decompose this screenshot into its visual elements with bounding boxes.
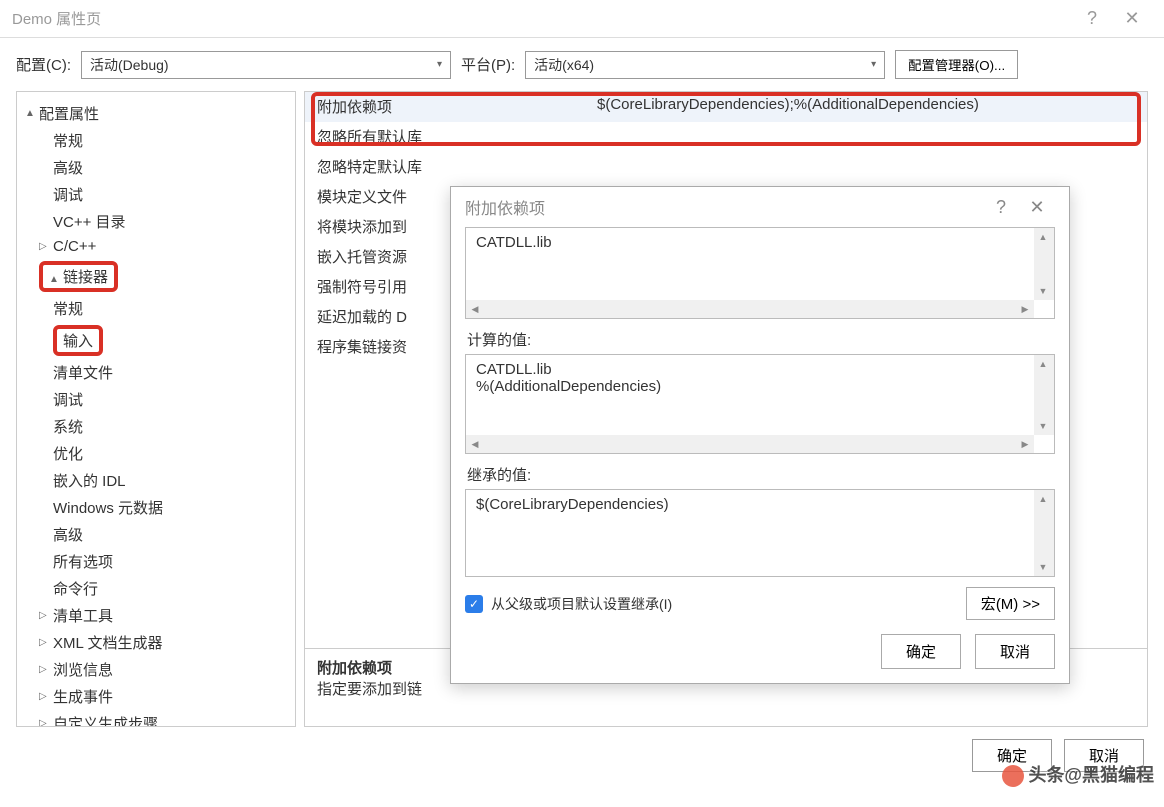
scroll-up-icon[interactable]: ▲ — [1034, 355, 1052, 373]
macro-button[interactable]: 宏(M) >> — [966, 587, 1055, 620]
scroll-right-icon[interactable]: ▶ — [1016, 435, 1034, 453]
scroll-right-icon[interactable]: ▶ — [1016, 300, 1034, 318]
window-title: Demo 属性页 — [12, 8, 1072, 29]
prop-row[interactable]: 忽略所有默认库 — [305, 122, 1147, 152]
tree-item[interactable]: 嵌入的 IDL — [21, 467, 291, 494]
chevron-down-icon: ▾ — [437, 59, 442, 70]
prop-row[interactable]: 忽略特定默认库 — [305, 152, 1147, 182]
tree-item[interactable]: 优化 — [21, 440, 291, 467]
tree-item-input[interactable]: 输入 — [21, 322, 291, 359]
scroll-left-icon[interactable]: ◀ — [466, 435, 484, 453]
inherited-textbox: $(CoreLibraryDependencies) ▲▼ — [465, 489, 1055, 577]
editable-textbox[interactable]: CATDLL.lib ▲▼ ◀▶ — [465, 227, 1055, 319]
tree-item[interactable]: 常规 — [21, 295, 291, 322]
tree-item[interactable]: 命令行 — [21, 575, 291, 602]
scroll-down-icon[interactable]: ▼ — [1034, 558, 1052, 576]
platform-label: 平台(P): — [461, 54, 515, 75]
chevron-down-icon: ▾ — [871, 59, 876, 70]
tree-item-expandable[interactable]: ▷C/C++ — [21, 235, 291, 258]
close-icon[interactable]: ✕ — [1112, 8, 1152, 29]
popup-dialog: 附加依赖项 ? ✕ CATDLL.lib ▲▼ ◀▶ 计算的值: CATDLL.… — [450, 186, 1070, 684]
tree-item[interactable]: 清单文件 — [21, 359, 291, 386]
tree-item-expandable[interactable]: ▷清单工具 — [21, 602, 291, 629]
popup-title: 附加依赖项 — [465, 195, 983, 219]
scrollbar-vertical[interactable]: ▲▼ — [1034, 228, 1054, 300]
help-icon[interactable]: ? — [1072, 8, 1112, 29]
tree-item[interactable]: Windows 元数据 — [21, 494, 291, 521]
dialog-footer: 确定 取消 — [0, 727, 1164, 784]
scrollbar-vertical[interactable]: ▲▼ — [1034, 490, 1054, 576]
scroll-up-icon[interactable]: ▲ — [1034, 490, 1052, 508]
scrollbar-horizontal[interactable]: ◀▶ — [466, 300, 1034, 318]
toolbar: 配置(C): 活动(Debug) ▾ 平台(P): 活动(x64) ▾ 配置管理… — [0, 38, 1164, 91]
prop-label: 附加依赖项 — [317, 96, 597, 117]
inherit-checkbox-wrap[interactable]: ✓ 从父级或项目默认设置继承(I) — [465, 594, 672, 614]
scroll-left-icon[interactable]: ◀ — [466, 300, 484, 318]
tree-item[interactable]: 调试 — [21, 181, 291, 208]
tree-item-expandable[interactable]: ▷生成事件 — [21, 683, 291, 710]
titlebar: Demo 属性页 ? ✕ — [0, 0, 1164, 38]
inherited-value: $(CoreLibraryDependencies) — [466, 490, 1054, 550]
tree-root[interactable]: ▲配置属性 — [21, 100, 291, 127]
inherited-label: 继承的值: — [465, 464, 1055, 485]
tree-item[interactable]: VC++ 目录 — [21, 208, 291, 235]
platform-value: 活动(x64) — [534, 55, 594, 75]
prop-value: $(CoreLibraryDependencies);%(AdditionalD… — [597, 96, 1135, 117]
tree-item[interactable]: 高级 — [21, 154, 291, 181]
close-icon[interactable]: ✕ — [1019, 197, 1055, 218]
config-combo[interactable]: 活动(Debug) ▾ — [81, 51, 451, 79]
scrollbar-horizontal[interactable]: ◀▶ — [466, 435, 1034, 453]
config-manager-button[interactable]: 配置管理器(O)... — [895, 50, 1018, 79]
cancel-button[interactable]: 取消 — [1064, 739, 1144, 772]
popup-cancel-button[interactable]: 取消 — [975, 634, 1055, 669]
tree-item[interactable]: 所有选项 — [21, 548, 291, 575]
computed-textbox: CATDLL.lib %(AdditionalDependencies) ▲▼ … — [465, 354, 1055, 454]
tree-item[interactable]: 常规 — [21, 127, 291, 154]
editable-value[interactable]: CATDLL.lib — [466, 228, 1054, 288]
scroll-up-icon[interactable]: ▲ — [1034, 228, 1052, 246]
config-label: 配置(C): — [16, 54, 71, 75]
computed-values: CATDLL.lib %(AdditionalDependencies) — [466, 355, 1054, 415]
platform-combo[interactable]: 活动(x64) ▾ — [525, 51, 885, 79]
inherit-checkbox-label: 从父级或项目默认设置继承(I) — [491, 594, 672, 614]
scroll-down-icon[interactable]: ▼ — [1034, 417, 1052, 435]
tree-item-expandable[interactable]: ▷自定义生成步骤 — [21, 710, 291, 727]
tree-item-expandable[interactable]: ▷浏览信息 — [21, 656, 291, 683]
scrollbar-vertical[interactable]: ▲▼ — [1034, 355, 1054, 435]
scroll-down-icon[interactable]: ▼ — [1034, 282, 1052, 300]
popup-header: 附加依赖项 ? ✕ — [451, 187, 1069, 227]
tree-item-linker[interactable]: ▲链接器 — [21, 258, 291, 295]
property-tree[interactable]: ▲配置属性 常规 高级 调试 VC++ 目录 ▷C/C++ ▲链接器 常规 输入… — [16, 91, 296, 727]
tree-item[interactable]: 系统 — [21, 413, 291, 440]
computed-label: 计算的值: — [465, 329, 1055, 350]
ok-button[interactable]: 确定 — [972, 739, 1052, 772]
prop-row-additional-deps[interactable]: 附加依赖项 $(CoreLibraryDependencies);%(Addit… — [305, 92, 1147, 122]
tree-item[interactable]: 高级 — [21, 521, 291, 548]
checkbox-checked-icon[interactable]: ✓ — [465, 595, 483, 613]
popup-ok-button[interactable]: 确定 — [881, 634, 961, 669]
tree-item[interactable]: 调试 — [21, 386, 291, 413]
tree-item-expandable[interactable]: ▷XML 文档生成器 — [21, 629, 291, 656]
config-value: 活动(Debug) — [90, 55, 169, 75]
help-icon[interactable]: ? — [983, 197, 1019, 218]
